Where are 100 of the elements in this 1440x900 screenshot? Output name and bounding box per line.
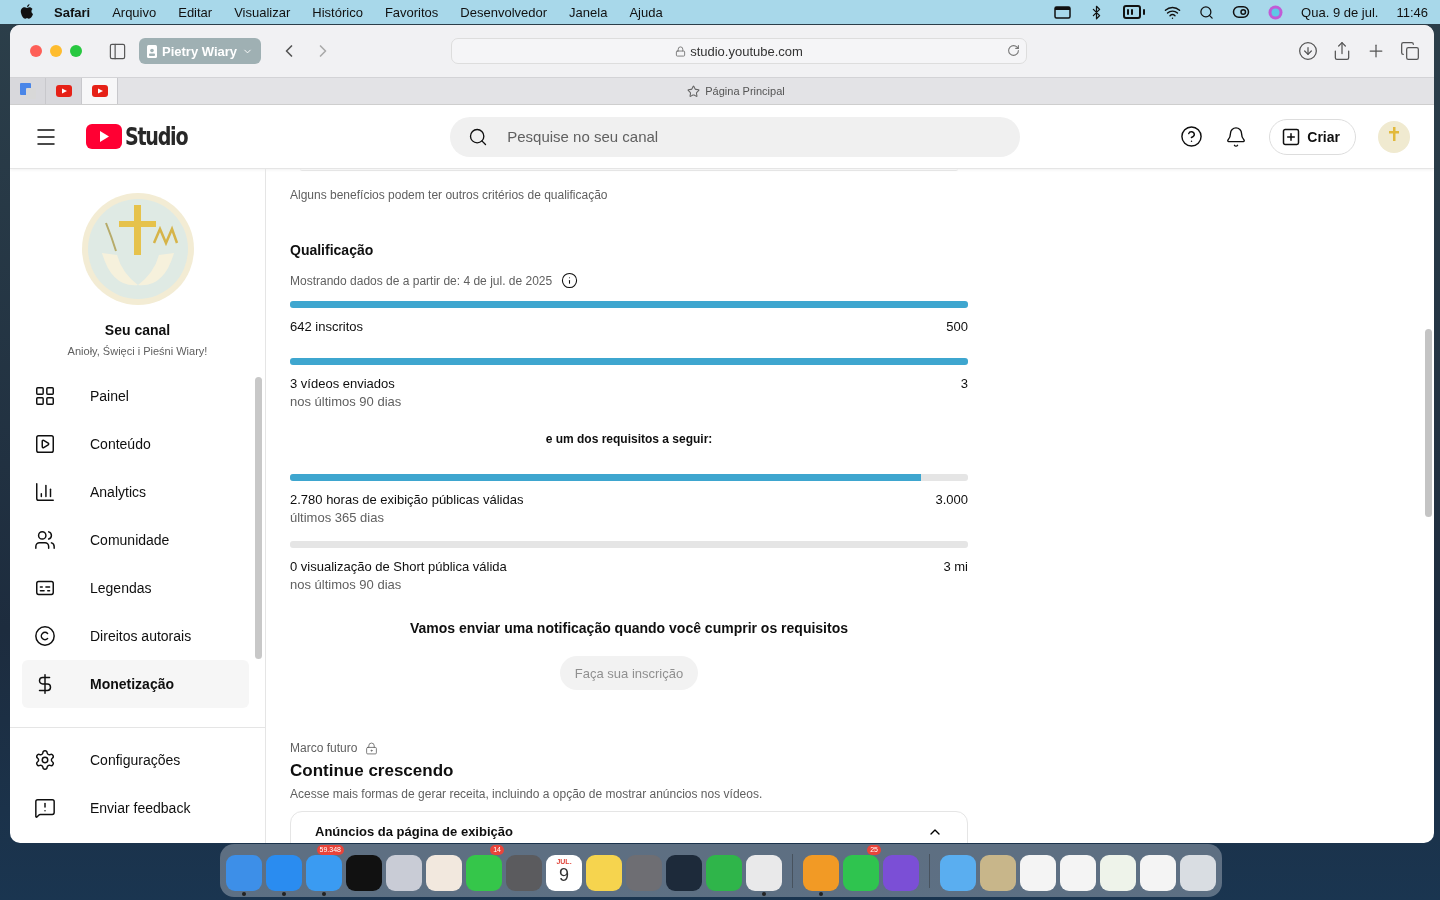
requirement-target: 3.000 xyxy=(935,492,968,507)
notice-text: Vamos enviar uma notificação quando você cumprir os requisitos xyxy=(409,620,849,636)
video-play-icon xyxy=(91,85,108,97)
menu-item[interactable]: Ajuda xyxy=(629,4,663,20)
nav-item[interactable]: Analytics xyxy=(22,468,249,516)
nav-item[interactable]: Enviar feedback xyxy=(22,784,249,832)
app-icon[interactable] xyxy=(980,855,1016,891)
app-icon[interactable] xyxy=(1140,855,1176,891)
settings-icon xyxy=(34,749,56,771)
menu-item[interactable]: Favoritos xyxy=(384,4,439,20)
calendar-day: 9 xyxy=(559,865,569,885)
benefit-title: Anúncios da página de exibição xyxy=(315,824,513,839)
search-field[interactable]: Pesquise no seu canal xyxy=(450,116,1021,157)
siri-icon[interactable] xyxy=(1268,4,1284,20)
reload-icon[interactable] xyxy=(1007,44,1021,57)
app-icon[interactable] xyxy=(1020,855,1056,891)
add-video-icon xyxy=(1281,126,1302,147)
app-icon[interactable] xyxy=(746,855,782,891)
control-center-icon[interactable] xyxy=(1232,3,1251,21)
nav-item[interactable]: Legendas xyxy=(22,564,249,612)
requirement-label: 2.780 horas de exibição públicas válidas xyxy=(290,492,524,507)
app-icon[interactable] xyxy=(386,855,422,891)
app-icon[interactable] xyxy=(1100,855,1136,891)
create-button[interactable]: Criar xyxy=(1269,118,1356,155)
sidebar-icon[interactable] xyxy=(108,41,127,61)
menu-item[interactable]: Desenvolvedor xyxy=(460,4,548,20)
section-title: Qualificação xyxy=(290,242,375,258)
info-icon[interactable] xyxy=(561,272,579,289)
scrollbar[interactable] xyxy=(1425,329,1432,517)
window-icon[interactable] xyxy=(1054,5,1072,19)
zoom-button[interactable] xyxy=(70,45,82,57)
bar-chart-icon xyxy=(34,481,56,503)
close-button[interactable] xyxy=(30,45,42,57)
grid-icon xyxy=(34,385,56,407)
nav-item[interactable]: Configurações xyxy=(22,736,249,784)
either-label: e um dos requisitos a seguir: xyxy=(544,432,714,446)
notifications-icon[interactable] xyxy=(1225,125,1248,148)
app-icon[interactable] xyxy=(803,855,839,891)
app-icon[interactable] xyxy=(940,855,976,891)
requirement-label: 642 inscritos xyxy=(290,319,363,334)
logo-text[interactable]: Studio xyxy=(125,122,188,151)
help-icon[interactable] xyxy=(1180,125,1204,148)
nav-item[interactable]: Monetização xyxy=(22,660,249,708)
play-square-icon xyxy=(34,433,56,455)
pinned-tab[interactable] xyxy=(46,78,82,104)
share-icon[interactable] xyxy=(1332,41,1352,61)
search-icon[interactable] xyxy=(1199,4,1215,20)
requirement-target: 500 xyxy=(946,319,968,334)
apple-logo-icon[interactable] xyxy=(20,4,34,20)
app-icon[interactable] xyxy=(1180,855,1216,891)
tab-title[interactable]: Página Principal xyxy=(705,85,785,97)
avatar-icon[interactable] xyxy=(1378,120,1410,153)
pinned-tab[interactable] xyxy=(10,78,46,104)
menu-item[interactable]: Arquivo xyxy=(112,4,157,20)
app-icon[interactable] xyxy=(843,855,879,891)
nav-item[interactable]: Painel xyxy=(22,372,249,420)
requirement-label: 3 vídeos enviados xyxy=(290,376,395,391)
people-icon xyxy=(34,529,56,551)
nav-item[interactable]: Direitos autorais xyxy=(22,612,249,660)
eligibility-note: Alguns benefícios podem ter outros critérios de qualificação xyxy=(290,188,609,202)
milestone-description: Acesse mais formas de gerar receita, incluindo a opção de mostrar anúncios nos vídeos. xyxy=(290,787,764,801)
app-menu[interactable]: Safari xyxy=(54,4,91,20)
feedback-icon xyxy=(34,797,56,819)
app-icon[interactable] xyxy=(426,855,462,891)
app-icon[interactable] xyxy=(466,855,502,891)
lock-icon xyxy=(365,741,379,755)
lock-icon xyxy=(675,45,687,57)
app-icon[interactable] xyxy=(706,855,742,891)
download-icon[interactable] xyxy=(1298,41,1318,61)
menu-bar-date[interactable]: Qua. 9 de jul. xyxy=(1301,4,1379,20)
nav-item[interactable]: Conteúdo xyxy=(22,420,249,468)
copyright-icon xyxy=(34,625,56,647)
milestone-label: Marco futuro xyxy=(290,741,358,755)
menu-bar-time[interactable]: 11:46 xyxy=(1396,4,1428,20)
app-icon[interactable] xyxy=(586,855,622,891)
star-icon[interactable] xyxy=(687,84,701,98)
menu-item[interactable]: Visualizar xyxy=(234,4,291,20)
app-icon[interactable] xyxy=(1060,855,1096,891)
app-icon[interactable] xyxy=(666,855,702,891)
app-icon[interactable] xyxy=(346,855,382,891)
badge-icon xyxy=(147,44,157,58)
menu-item[interactable]: Histórico xyxy=(312,4,363,20)
search-icon xyxy=(468,126,489,147)
data-since-text: Mostrando dados de a partir de: 4 de jul. de 2025 xyxy=(290,273,553,288)
requirement-label: 0 visualização de Short pública válida xyxy=(290,559,507,574)
channel-name: Anioły, Święci i Pieśni Wiary! xyxy=(67,345,208,357)
play-logo-icon[interactable] xyxy=(86,124,122,149)
requirement-period: últimos 365 dias xyxy=(290,510,385,525)
milestone-title: Continue crescendo xyxy=(290,761,455,781)
scrollbar[interactable] xyxy=(255,377,262,659)
pinned-tab[interactable] xyxy=(82,78,118,104)
requirement-period: nos últimos 90 dias xyxy=(290,394,403,409)
address-field[interactable]: studio.youtube.com xyxy=(451,38,1028,64)
requirement-target: 3 mi xyxy=(943,559,968,574)
menu-item[interactable]: Janela xyxy=(569,4,608,20)
nav-item[interactable]: Comunidade xyxy=(22,516,249,564)
channel-label: Seu canal xyxy=(104,322,171,338)
requirement-period: nos últimos 90 dias xyxy=(290,577,403,592)
menu-item[interactable]: Editar xyxy=(178,4,213,20)
tabs-overview-icon[interactable] xyxy=(1400,41,1420,61)
